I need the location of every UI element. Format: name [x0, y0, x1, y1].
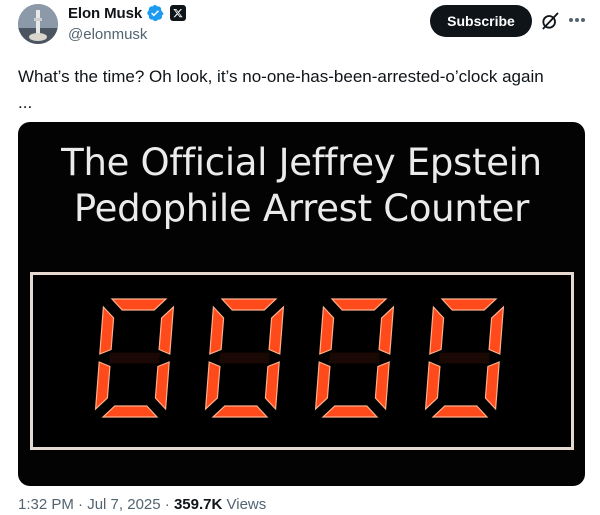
author-name-row: Elon Musk	[68, 4, 187, 22]
digit-segment	[158, 305, 175, 355]
tweet-date[interactable]: Jul 7, 2025	[87, 496, 160, 512]
digit-segment	[429, 305, 445, 355]
digit-segment	[219, 352, 270, 364]
digit-segment	[109, 352, 160, 364]
digit-segment	[424, 361, 441, 411]
subscribe-button[interactable]: Subscribe	[430, 5, 532, 37]
digit-segment	[439, 352, 490, 364]
digit-segment	[264, 361, 280, 411]
digit-segment	[211, 405, 269, 418]
counter-digit	[94, 298, 175, 418]
more-options-icon[interactable]	[566, 10, 588, 30]
media-title-line-1: The Official Jeffrey Epstein	[61, 141, 542, 184]
tweet-media-image[interactable]: The Official Jeffrey Epstein Pedophile A…	[18, 122, 585, 486]
grok-icon[interactable]	[540, 11, 560, 31]
digit-segment	[101, 405, 159, 418]
meta-separator: ·	[78, 496, 84, 512]
digit-segment	[330, 298, 388, 311]
digit-segment	[431, 405, 489, 418]
author-handle[interactable]: @elonmusk	[68, 26, 147, 43]
more-dots-glyph	[569, 18, 585, 22]
views-label: Views	[226, 496, 267, 512]
digit-segment	[378, 305, 395, 355]
digit-segment	[94, 361, 111, 411]
counter-digit	[314, 298, 395, 418]
media-title: The Official Jeffrey Epstein Pedophile A…	[18, 140, 585, 232]
digit-segment	[440, 298, 498, 311]
digit-segment	[484, 361, 500, 411]
digit-segment	[110, 298, 168, 311]
digit-segment	[314, 361, 331, 411]
digit-segment	[209, 305, 225, 355]
digit-segment	[329, 352, 380, 364]
x-logo-glyph	[173, 8, 183, 18]
counter-digit	[204, 298, 285, 418]
counter-digits	[94, 298, 505, 418]
tweet-text: What’s the time? Oh look, it’s no-one-ha…	[18, 67, 544, 112]
digit-segment	[268, 305, 285, 355]
digit-segment	[488, 305, 505, 355]
x-logo-icon[interactable]	[170, 5, 187, 21]
digit-segment	[99, 305, 115, 355]
counter-digit	[424, 298, 505, 418]
digit-segment	[374, 361, 390, 411]
media-title-line-2: Pedophile Arrest Counter	[73, 187, 530, 230]
author-display-name[interactable]: Elon Musk	[68, 5, 142, 22]
views-count: 359.7K	[173, 496, 223, 512]
counter-display	[30, 272, 574, 450]
tweet-meta: 1:32 PM · Jul 7, 2025 · 359.7K Views	[18, 496, 266, 512]
avatar[interactable]	[18, 4, 58, 44]
digit-segment	[220, 298, 278, 311]
avatar-image	[18, 4, 58, 44]
digit-segment	[204, 361, 221, 411]
verified-badge-icon[interactable]	[146, 4, 164, 22]
digit-segment	[319, 305, 335, 355]
tweet-time[interactable]: 1:32 PM	[18, 496, 74, 512]
digit-segment	[321, 405, 379, 418]
digit-segment	[154, 361, 170, 411]
meta-separator: ·	[164, 496, 170, 512]
